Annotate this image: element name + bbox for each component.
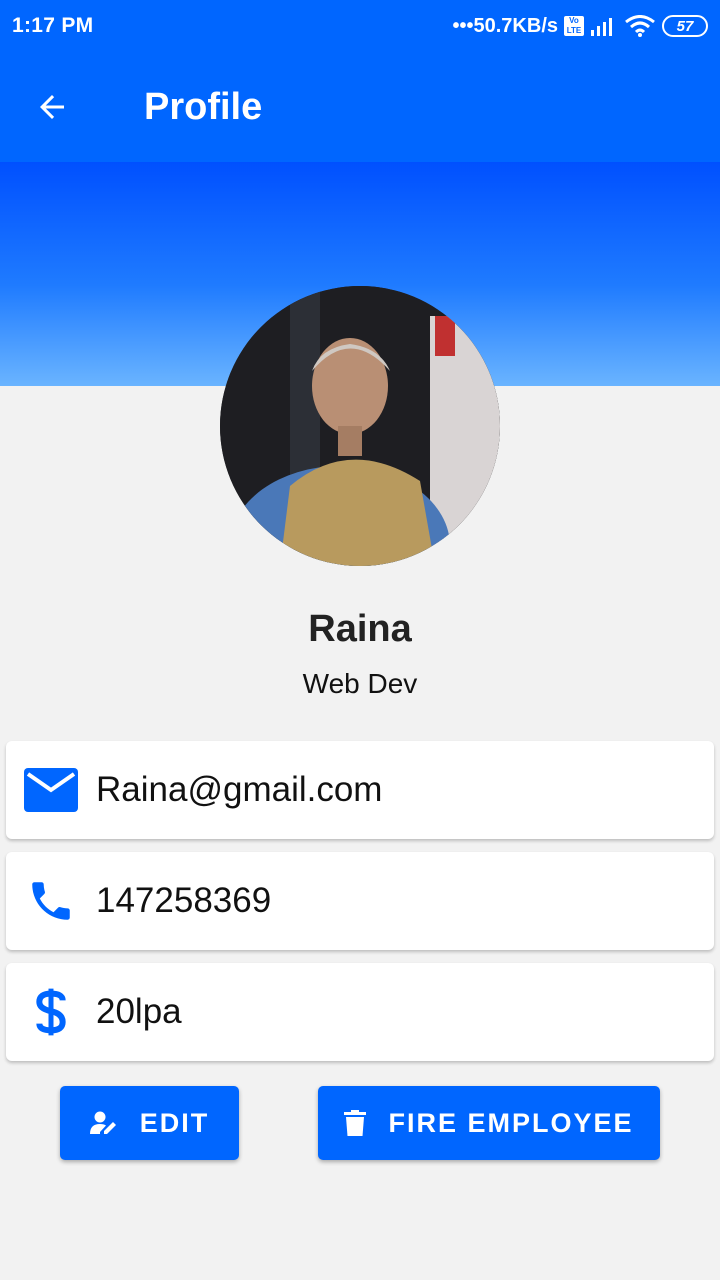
back-button[interactable] xyxy=(0,52,104,162)
app-bar: Profile xyxy=(0,52,720,162)
dollar-icon xyxy=(6,963,96,1061)
email-value: Raina@gmail.com xyxy=(96,770,383,809)
avatar xyxy=(220,286,500,566)
profile-role: Web Dev xyxy=(302,668,418,699)
edit-button[interactable]: EDIT xyxy=(60,1086,239,1160)
fire-employee-button[interactable]: FIRE EMPLOYEE xyxy=(318,1086,660,1160)
phone-icon xyxy=(6,852,96,950)
email-card: Raina@gmail.com xyxy=(6,741,714,839)
salary-value: 20lpa xyxy=(96,992,182,1031)
volte-icon: Vo LTE xyxy=(564,16,584,36)
email-icon xyxy=(6,741,96,839)
wifi-icon xyxy=(625,15,655,37)
status-time: 1:17 PM xyxy=(12,14,94,37)
trash-icon xyxy=(344,1110,367,1136)
page-title: Profile xyxy=(144,85,263,128)
profile-name: Raina xyxy=(308,608,412,650)
edit-button-label: EDIT xyxy=(139,1107,210,1138)
status-icons: •••50.7KB/s Vo LTE 57 xyxy=(452,14,708,38)
network-speed: •••50.7KB/s xyxy=(452,14,559,37)
arrow-back-icon xyxy=(40,95,64,119)
salary-card: 20lpa xyxy=(6,963,714,1061)
person-edit-icon xyxy=(89,1111,116,1134)
status-bar: 1:17 PM •••50.7KB/s Vo LTE 57 xyxy=(0,0,720,52)
fire-button-label: FIRE EMPLOYEE xyxy=(388,1107,634,1138)
phone-card: 147258369 xyxy=(6,852,714,950)
phone-value: 147258369 xyxy=(96,881,272,920)
signal-icon xyxy=(591,18,612,36)
battery-icon: 57 xyxy=(662,15,708,37)
